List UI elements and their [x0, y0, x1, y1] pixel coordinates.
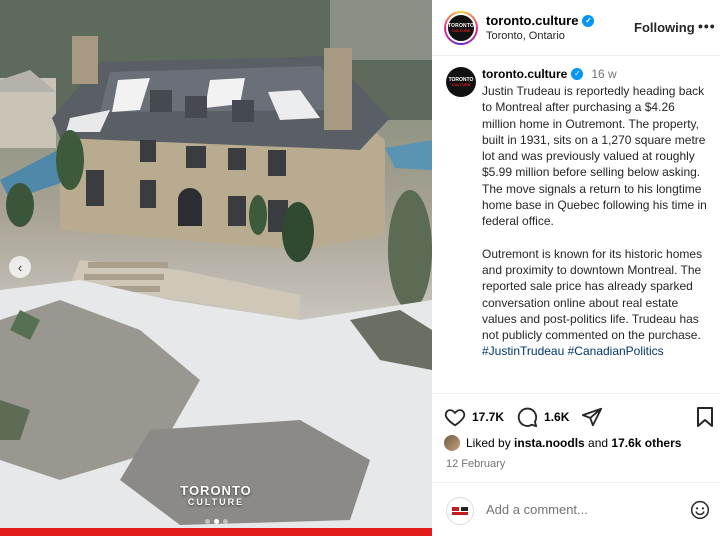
liked-by-user[interactable]: insta.noodls — [514, 436, 585, 450]
user-avatar[interactable] — [446, 497, 474, 525]
avatar-text: CULTURE — [451, 27, 471, 33]
divider — [432, 393, 720, 394]
verified-icon: ✓ — [582, 14, 595, 27]
liked-by-others[interactable]: 17.6k others — [611, 436, 681, 450]
divider — [432, 482, 720, 483]
post-sidebar: TORONTO CULTURE toronto.culture ✓ Toront… — [432, 0, 720, 536]
account-avatar[interactable]: TORONTO CULTURE — [444, 11, 478, 45]
post-header: TORONTO CULTURE toronto.culture ✓ Toront… — [432, 0, 720, 56]
carousel-dots — [0, 519, 432, 524]
carousel-dot-active — [213, 519, 219, 524]
verified-icon: ✓ — [571, 68, 584, 80]
more-options-icon[interactable]: ••• — [698, 18, 716, 34]
chevron-left-icon: ‹ — [17, 259, 23, 275]
caption-area: TORONTO CULTURE toronto.culture ✓ 16 w J… — [432, 57, 720, 393]
liked-by-prefix: Liked by — [466, 436, 515, 450]
bookmark-icon[interactable] — [696, 406, 714, 428]
action-bar: 17.7K 1.6K — [444, 405, 603, 429]
likes-summary: Liked by insta.noodls and 17.6k others — [444, 435, 681, 451]
like-count[interactable]: 17.7K — [472, 410, 504, 424]
comment-input[interactable] — [486, 502, 676, 517]
account-name-row: toronto.culture ✓ — [486, 13, 595, 28]
caption-paragraph: Justin Trudeau is reportedly heading bac… — [482, 84, 707, 229]
hashtag-link[interactable]: #JustinTrudeau — [482, 344, 564, 358]
emoji-icon[interactable] — [690, 500, 710, 520]
post-date[interactable]: 12 February — [446, 458, 505, 470]
carousel-dot — [204, 519, 210, 524]
brand-strip — [0, 528, 432, 536]
avatar-text: CULTURE — [451, 81, 471, 87]
post-photo[interactable]: ‹ TORONTO CULTURE — [0, 0, 432, 536]
post-location[interactable]: Toronto, Ontario — [486, 30, 565, 42]
liked-by-mid: and — [584, 436, 612, 450]
comment-count[interactable]: 1.6K — [544, 410, 569, 424]
heart-icon[interactable] — [444, 406, 466, 428]
hashtag-link[interactable]: #CanadianPolitics — [568, 344, 664, 358]
mansion-image — [0, 0, 432, 536]
following-button[interactable]: Following — [634, 20, 695, 35]
post-time[interactable]: 16 w — [591, 67, 616, 81]
caption-paragraph: Outremont is known for its historic home… — [482, 246, 703, 343]
caption-header: toronto.culture ✓ 16 w — [482, 67, 617, 81]
caption-account-name[interactable]: toronto.culture — [482, 67, 567, 81]
caption-text: Justin Trudeau is reportedly heading bac… — [482, 83, 710, 360]
likes-text: Liked by insta.noodls and 17.6k others — [466, 436, 681, 450]
watermark-logo: TORONTO CULTURE — [178, 484, 254, 507]
comment-icon[interactable] — [516, 406, 538, 428]
hashtags: #JustinTrudeau #CanadianPolitics — [482, 343, 710, 359]
caption-avatar[interactable]: TORONTO CULTURE — [446, 67, 476, 97]
watermark-line1: TORONTO — [180, 483, 252, 498]
share-icon[interactable] — [581, 406, 603, 428]
carousel-prev-button[interactable]: ‹ — [9, 256, 31, 278]
carousel-dot — [222, 519, 228, 524]
account-name[interactable]: toronto.culture — [486, 13, 578, 28]
liker-avatar[interactable] — [444, 435, 460, 451]
watermark-line2: CULTURE — [187, 497, 245, 507]
